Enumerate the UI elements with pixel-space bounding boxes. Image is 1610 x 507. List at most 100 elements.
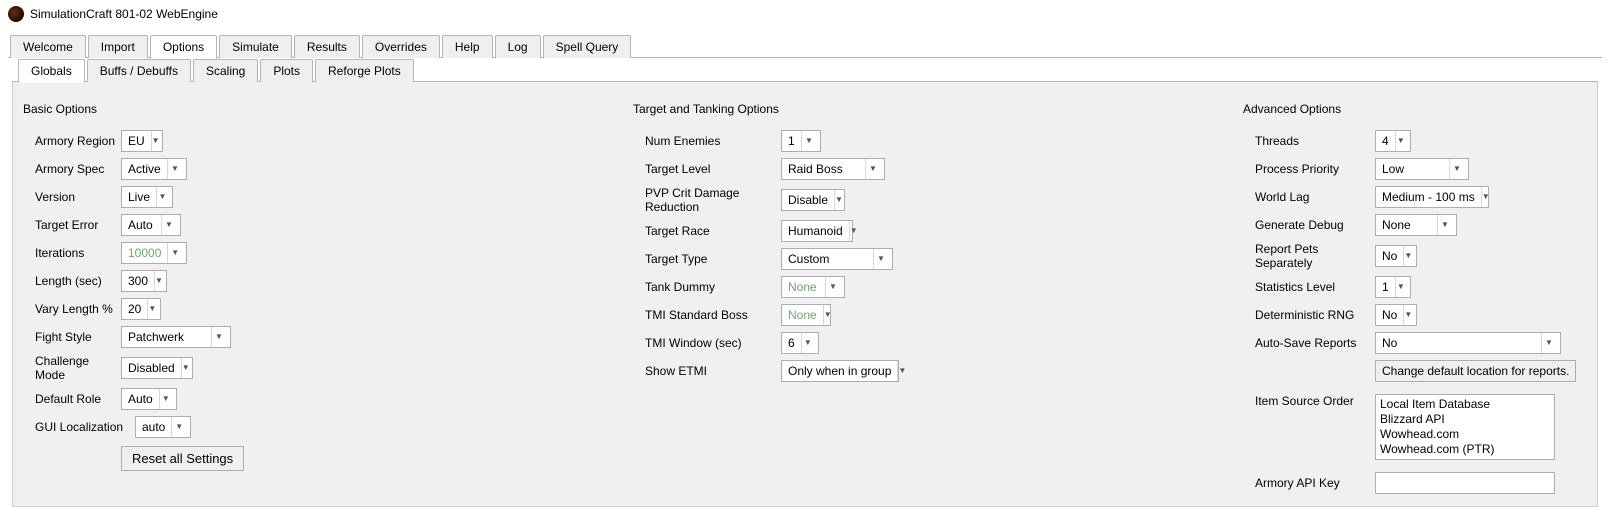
deterministic-rng-select[interactable]: No▼ — [1375, 304, 1417, 326]
item-source-entry[interactable]: Wowhead.com — [1380, 427, 1550, 442]
pvp-crit-select[interactable]: Disable▼ — [781, 189, 845, 211]
chevron-down-icon: ▼ — [171, 417, 186, 437]
armory-spec-select[interactable]: Active▼ — [121, 158, 187, 180]
globals-panel: Basic Options Armory Region EU▼ Armory S… — [12, 82, 1598, 507]
show-etmi-select[interactable]: Only when in group▼ — [781, 360, 899, 382]
target-race-select[interactable]: Humanoid▼ — [781, 220, 853, 242]
item-source-entry[interactable]: Blizzard API — [1380, 412, 1550, 427]
num-enemies-select[interactable]: 1▼ — [781, 130, 821, 152]
auto-save-select[interactable]: No▼ — [1375, 332, 1561, 354]
chevron-down-icon: ▼ — [167, 159, 182, 179]
challenge-mode-select[interactable]: Disabled▼ — [121, 357, 193, 379]
iterations-label: Iterations — [35, 246, 121, 260]
change-report-location-button[interactable]: Change default location for reports. — [1375, 360, 1576, 382]
vary-length-label: Vary Length % — [35, 302, 121, 316]
chevron-down-icon: ▼ — [849, 221, 858, 241]
sub-tab-globals[interactable]: Globals — [18, 59, 85, 83]
chevron-down-icon: ▼ — [1449, 159, 1464, 179]
armory-api-key-label: Armory API Key — [1255, 476, 1375, 490]
main-tab-help[interactable]: Help — [442, 35, 493, 58]
armory-api-key-input[interactable] — [1375, 472, 1555, 494]
target-error-select[interactable]: Auto▼ — [121, 214, 181, 236]
length-label: Length (sec) — [35, 274, 121, 288]
chevron-down-icon: ▼ — [1437, 215, 1452, 235]
target-race-label: Target Race — [645, 224, 781, 238]
report-pets-select[interactable]: No▼ — [1375, 245, 1417, 267]
main-tab-welcome[interactable]: Welcome — [10, 35, 86, 58]
sub-tab-buffs-debuffs[interactable]: Buffs / Debuffs — [87, 59, 191, 82]
show-etmi-label: Show ETMI — [645, 364, 781, 378]
main-tab-overrides[interactable]: Overrides — [362, 35, 440, 58]
window-title: SimulationCraft 801-02 WebEngine — [30, 7, 218, 21]
auto-save-label: Auto-Save Reports — [1255, 336, 1375, 350]
tmi-boss-select[interactable]: None▼ — [781, 304, 831, 326]
armory-region-select[interactable]: EU▼ — [121, 130, 163, 152]
num-enemies-label: Num Enemies — [645, 134, 781, 148]
chevron-down-icon: ▼ — [825, 277, 840, 297]
tank-dummy-label: Tank Dummy — [645, 280, 781, 294]
chevron-down-icon: ▼ — [1403, 246, 1412, 266]
chevron-down-icon: ▼ — [211, 327, 226, 347]
version-label: Version — [35, 190, 121, 204]
pvp-crit-label: PVP Crit Damage Reduction — [645, 186, 781, 214]
chevron-down-icon: ▼ — [801, 333, 814, 353]
reset-all-settings-button[interactable]: Reset all Settings — [121, 446, 244, 471]
process-priority-label: Process Priority — [1255, 162, 1375, 176]
sub-tab-plots[interactable]: Plots — [260, 59, 313, 82]
app-icon — [8, 6, 24, 22]
basic-options-header: Basic Options — [23, 102, 623, 116]
length-select[interactable]: 300▼ — [121, 270, 167, 292]
chevron-down-icon: ▼ — [1395, 277, 1406, 297]
deterministic-rng-label: Deterministic RNG — [1255, 308, 1375, 322]
tmi-window-select[interactable]: 6▼ — [781, 332, 819, 354]
item-source-listbox[interactable]: Local Item DatabaseBlizzard APIWowhead.c… — [1375, 394, 1555, 460]
item-source-entry[interactable]: Wowhead.com (PTR) — [1380, 442, 1550, 457]
target-type-select[interactable]: Custom▼ — [781, 248, 893, 270]
gui-localization-select[interactable]: auto▼ — [135, 416, 191, 438]
item-source-entry[interactable]: Local Item Database — [1380, 397, 1550, 412]
world-lag-label: World Lag — [1255, 190, 1375, 204]
generate-debug-select[interactable]: None▼ — [1375, 214, 1457, 236]
chevron-down-icon: ▼ — [1395, 131, 1406, 151]
target-options-header: Target and Tanking Options — [633, 102, 1233, 116]
target-level-select[interactable]: Raid Boss▼ — [781, 158, 885, 180]
advanced-options-section: Advanced Options Threads 4▼ Process Prio… — [1243, 102, 1587, 500]
fight-style-select[interactable]: Patchwerk▼ — [121, 326, 231, 348]
chevron-down-icon: ▼ — [1481, 187, 1490, 207]
gui-localization-label: GUI Localization — [35, 420, 135, 434]
tank-dummy-select[interactable]: None▼ — [781, 276, 845, 298]
version-select[interactable]: Live▼ — [121, 186, 173, 208]
sub-tab-scaling[interactable]: Scaling — [193, 59, 258, 82]
chevron-down-icon: ▼ — [873, 249, 888, 269]
process-priority-select[interactable]: Low▼ — [1375, 158, 1469, 180]
chevron-down-icon: ▼ — [154, 271, 163, 291]
challenge-mode-label: Challenge Mode — [35, 354, 121, 382]
default-role-label: Default Role — [35, 392, 121, 406]
sub-tab-strip: GlobalsBuffs / DebuffsScalingPlotsReforg… — [12, 58, 1598, 82]
main-tab-log[interactable]: Log — [495, 35, 541, 58]
main-tab-spell-query[interactable]: Spell Query — [543, 35, 632, 58]
fight-style-label: Fight Style — [35, 330, 121, 344]
iterations-select[interactable]: 10000▼ — [121, 242, 187, 264]
chevron-down-icon: ▼ — [167, 243, 182, 263]
basic-options-section: Basic Options Armory Region EU▼ Armory S… — [23, 102, 623, 500]
main-tab-import[interactable]: Import — [88, 35, 148, 58]
default-role-select[interactable]: Auto▼ — [121, 388, 177, 410]
main-tab-simulate[interactable]: Simulate — [219, 35, 292, 58]
chevron-down-icon: ▼ — [865, 159, 880, 179]
target-type-label: Target Type — [645, 252, 781, 266]
world-lag-select[interactable]: Medium - 100 ms▼ — [1375, 186, 1489, 208]
chevron-down-icon: ▼ — [801, 131, 816, 151]
chevron-down-icon: ▼ — [1541, 333, 1556, 353]
main-tab-options[interactable]: Options — [150, 35, 217, 59]
sub-tab-reforge-plots[interactable]: Reforge Plots — [315, 59, 414, 82]
vary-length-select[interactable]: 20▼ — [121, 298, 161, 320]
chevron-down-icon: ▼ — [151, 131, 160, 151]
main-tab-results[interactable]: Results — [294, 35, 360, 58]
advanced-options-header: Advanced Options — [1243, 102, 1587, 116]
threads-select[interactable]: 4▼ — [1375, 130, 1411, 152]
generate-debug-label: Generate Debug — [1255, 218, 1375, 232]
statistics-level-select[interactable]: 1▼ — [1375, 276, 1411, 298]
chevron-down-icon: ▼ — [147, 299, 156, 319]
chevron-down-icon: ▼ — [897, 361, 906, 381]
